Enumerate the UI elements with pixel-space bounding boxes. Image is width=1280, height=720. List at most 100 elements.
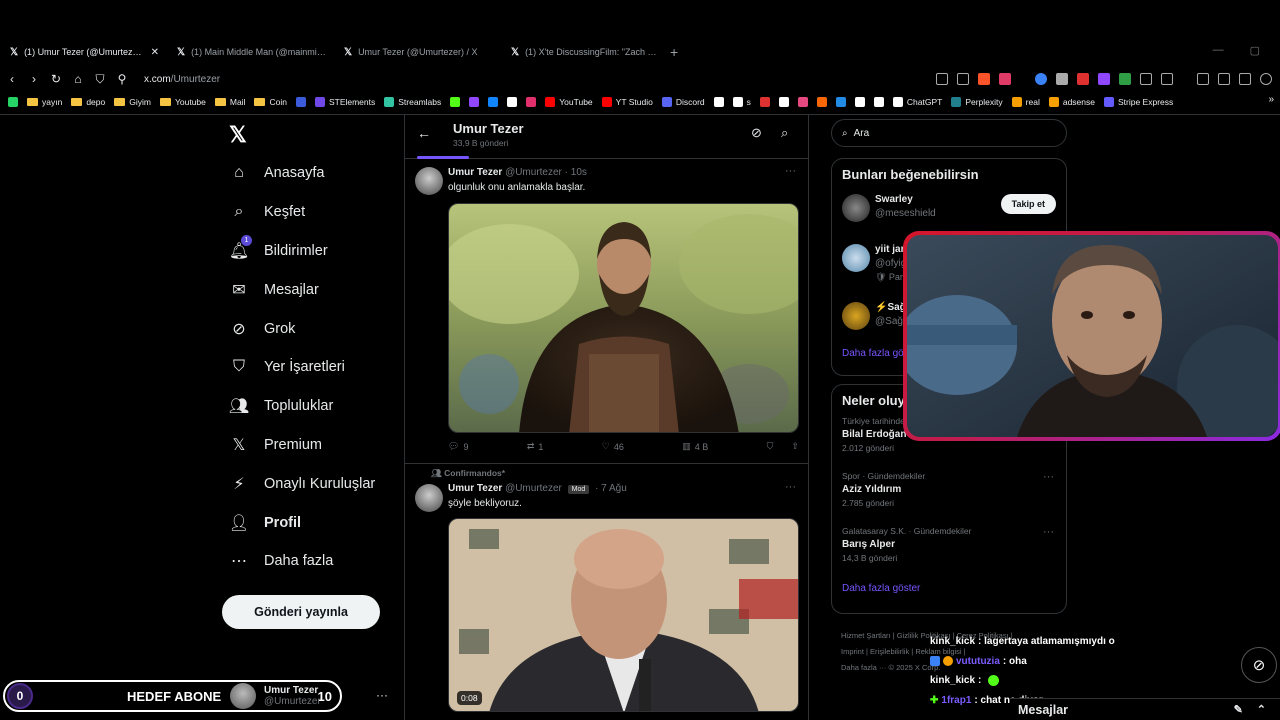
close-icon[interactable]: ✕ [151, 47, 159, 58]
follow-button[interactable]: Takip et [1000, 194, 1056, 214]
bookmark-item[interactable]: Youtube [159, 97, 206, 107]
extension-icon[interactable] [1119, 73, 1131, 85]
avatar[interactable] [415, 167, 443, 195]
nav-item-topluluklar[interactable]: 👥︎ Topluluklar [228, 387, 418, 426]
bookmark-item[interactable] [797, 97, 808, 107]
browser-tab[interactable]: 𝕏 (1) X'te DiscussingFilm: "Zach Cregge [501, 40, 668, 64]
nav-item-yer-i-aretleri[interactable]: ⛉ Yer İşaretleri [228, 348, 418, 387]
search-icon[interactable]: ⌕ [781, 125, 788, 141]
like-button[interactable]: ♡ 46 [602, 441, 624, 452]
show-more-link[interactable]: Daha fazla göster [832, 581, 1066, 604]
more-icon[interactable]: ··· [1043, 526, 1054, 538]
bookmark-item[interactable]: ChatGPT [892, 97, 942, 107]
bookmark-item[interactable]: Stripe Express [1103, 97, 1173, 107]
nav-item-grok[interactable]: ⊘ Grok [228, 309, 418, 348]
more-icon[interactable]: ··· [785, 165, 796, 177]
bookmark-item[interactable] [450, 97, 461, 107]
more-icon[interactable]: ··· [785, 481, 796, 493]
tweet[interactable]: 👥︎ Confirmandos* Umur Tezer @Umurtezer M… [405, 464, 808, 720]
extension-icon[interactable] [1056, 73, 1068, 85]
account-switcher-overlay[interactable]: Umur Tezer @Umurtezer [230, 683, 321, 709]
author-handle[interactable]: @Umurtezer [505, 483, 562, 494]
share-icon[interactable]: ⇧ [791, 441, 799, 452]
bookmark-icon[interactable]: ⛉ [767, 441, 774, 452]
bookmark-item[interactable]: Perplexity [951, 97, 1003, 107]
wallet-icon[interactable] [1218, 73, 1230, 85]
cast-icon[interactable] [936, 73, 948, 85]
trend-item[interactable]: Galatasaray S.K. · Gündemdekiler Barış A… [832, 526, 1066, 581]
browser-tab[interactable]: 𝕏 (1) Umur Tezer (@Umurtezer) / X ✕ [0, 40, 167, 64]
sidebar-icon[interactable] [1197, 73, 1209, 85]
tweet[interactable]: Umur Tezer @Umurtezer · 10s ··· olgunluk… [405, 159, 808, 464]
site-settings-icon[interactable]: ⚲ [112, 72, 132, 86]
nav-item-daha-fazla[interactable]: ⋯ Daha fazla [228, 542, 418, 581]
bookmark-item[interactable]: real [1011, 97, 1040, 107]
community-context[interactable]: 👥︎ Confirmandos* [431, 468, 505, 479]
avatar[interactable] [842, 194, 870, 222]
bookmark-item[interactable]: Streamlabs [384, 97, 441, 107]
extension-icon[interactable] [1161, 73, 1173, 85]
bookmark-item[interactable]: Giyim [114, 97, 151, 107]
bookmark-icon[interactable]: ⛉ [90, 72, 110, 87]
bookmark-item[interactable] [526, 97, 537, 107]
nav-item-profil[interactable]: 👤︎ Profil [228, 503, 418, 542]
tweet-time[interactable]: · 7 Ağu [595, 483, 627, 494]
bookmark-item[interactable] [854, 97, 865, 107]
extension-icon[interactable] [1077, 73, 1089, 85]
new-tab-icon[interactable]: + [670, 44, 678, 60]
tweet-video[interactable]: 0:08 [448, 518, 799, 712]
trend-item[interactable]: Spor · Gündemdekiler Aziz Yıldırım 2.785… [832, 471, 1066, 526]
bookmark-item[interactable]: yayın [27, 97, 62, 107]
compose-message-icon[interactable]: ✎ [1234, 703, 1243, 716]
bookmark-item[interactable]: Mail [214, 97, 245, 107]
messages-drawer[interactable]: Mesajlar ✎ ⌃ [1010, 698, 1280, 720]
tweet-time[interactable]: · 10s [565, 167, 587, 178]
reload-icon[interactable]: ↻ [46, 72, 66, 86]
nav-item-mesajlar[interactable]: ✉ Mesajlar [228, 270, 418, 309]
more-icon[interactable]: ··· [1043, 471, 1054, 483]
bookmark-item[interactable] [488, 97, 499, 107]
tweet-image[interactable] [448, 203, 799, 433]
more-icon[interactable]: ··· [376, 688, 388, 702]
bookmark-item[interactable] [873, 97, 884, 107]
profile-icon[interactable] [1260, 73, 1272, 85]
author-name[interactable]: Umur Tezer [448, 483, 502, 494]
nav-item-premium[interactable]: 𝕏 Premium [228, 426, 418, 465]
grok-fab-button[interactable]: ⊘ [1241, 647, 1277, 683]
grok-icon[interactable]: ⊘ [751, 125, 762, 141]
search-input[interactable]: ⌕ Ara [831, 119, 1067, 147]
back-arrow-icon[interactable]: ← [417, 125, 431, 141]
bookmark-item[interactable] [778, 97, 789, 107]
bookmark-item[interactable]: YouTube [545, 97, 593, 107]
avatar[interactable] [842, 302, 870, 330]
nav-item-anasayfa[interactable]: ⌂ Anasayfa [228, 154, 418, 193]
brave-rewards-icon[interactable] [999, 73, 1011, 85]
nav-item-bildirimler[interactable]: 🔔︎ 1 Bildirimler [228, 232, 418, 271]
bookmark-item[interactable] [713, 97, 724, 107]
bookmark-item[interactable]: YT Studio [601, 97, 653, 107]
author-handle[interactable]: @Umurtezer [505, 167, 562, 178]
share-icon[interactable] [957, 73, 969, 85]
x-logo-icon[interactable]: 𝕏 [229, 122, 247, 148]
bookmark-item[interactable] [835, 97, 846, 107]
home-icon[interactable]: ⌂ [68, 72, 88, 86]
maximize-icon[interactable]: ▢ [1250, 44, 1260, 57]
post-button[interactable]: Gönderi yayınla [222, 595, 380, 629]
brave-shield-icon[interactable] [978, 73, 990, 85]
bookmark-item[interactable]: adsense [1048, 97, 1095, 107]
address-bar[interactable]: x.com/Umurtezer [144, 74, 220, 85]
bookmark-item[interactable]: Discord [661, 97, 705, 107]
chevron-right-icon[interactable]: » [1268, 94, 1274, 105]
forward-icon[interactable]: › [24, 72, 44, 86]
nav-item-onayl-kurulu-lar[interactable]: ⚡︎ Onaylı Kuruluşlar [228, 464, 418, 503]
bookmark-item[interactable] [469, 97, 480, 107]
browser-tab[interactable]: 𝕏 (1) Main Middle Man (@mainmiddlem [167, 40, 334, 64]
bookmark-item[interactable] [295, 97, 306, 107]
browser-tab[interactable]: 𝕏 Umur Tezer (@Umurtezer) / X [334, 40, 501, 64]
bookmark-item[interactable]: s [732, 97, 751, 107]
expand-icon[interactable]: ⌃ [1257, 703, 1266, 716]
minimize-icon[interactable]: — [1213, 44, 1224, 57]
bookmark-item[interactable] [507, 97, 518, 107]
puzzle-icon[interactable] [1140, 73, 1152, 85]
bookmark-item[interactable]: depo [71, 97, 105, 107]
